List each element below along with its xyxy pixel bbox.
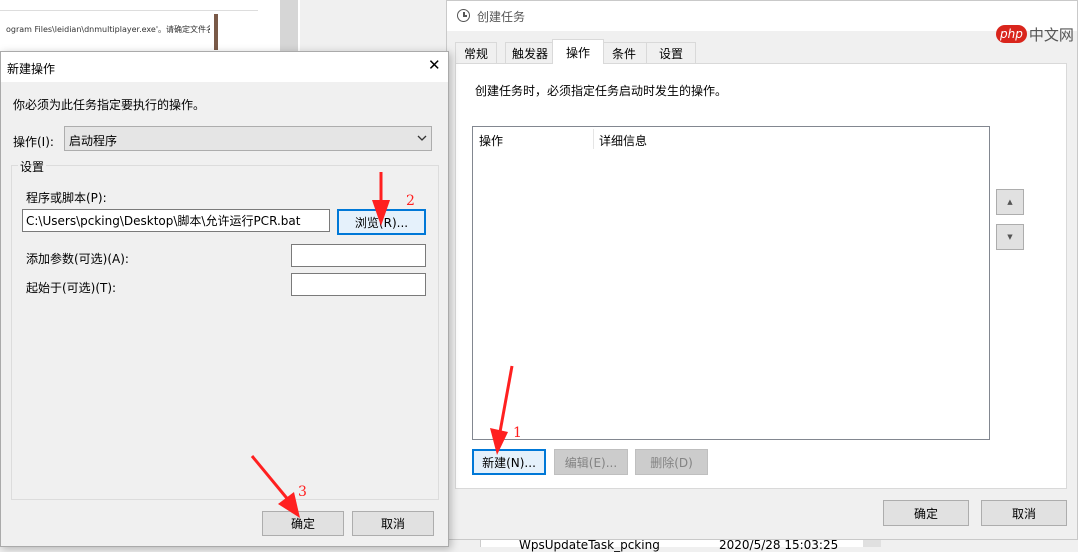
- watermark-brand: php: [996, 25, 1027, 43]
- step-3-number: 3: [298, 484, 307, 500]
- step-2-number: 2: [406, 193, 415, 209]
- annotation-arrows: [250, 172, 514, 518]
- watermark-site: 中文网: [1028, 25, 1074, 44]
- arrow-icon: [250, 455, 300, 518]
- tab-actions[interactable]: 操作: [552, 39, 604, 64]
- watermark-logo: php 中文网: [996, 23, 1074, 45]
- arrow-icon: [372, 172, 390, 226]
- arrow-icon: [490, 365, 514, 455]
- step-1-number: 1: [513, 425, 522, 441]
